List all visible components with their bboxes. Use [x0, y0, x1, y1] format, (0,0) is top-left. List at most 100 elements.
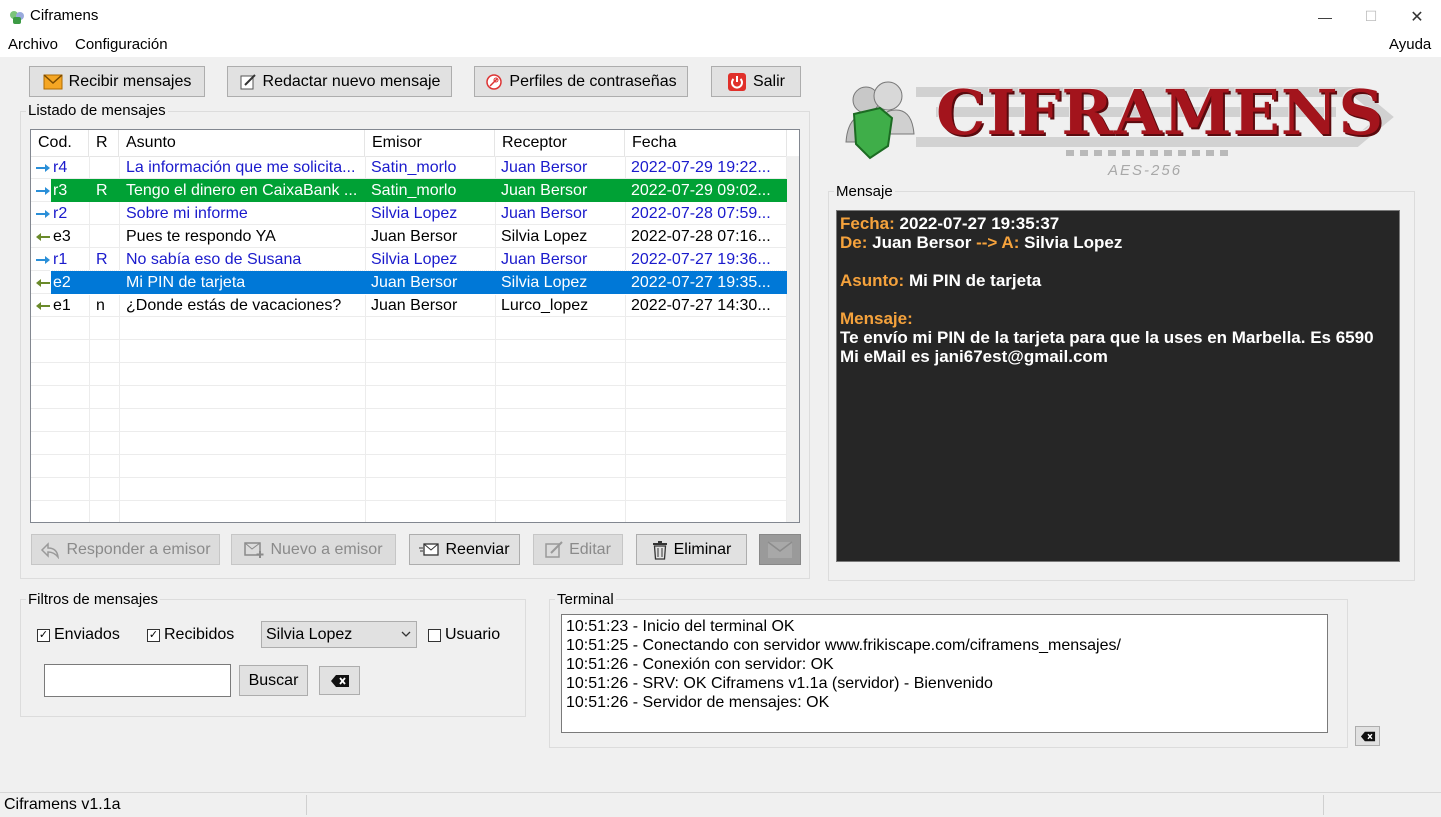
- cell-fecha: 2022-07-27 14:30...: [631, 297, 771, 314]
- col-header-asunto[interactable]: Asunto: [119, 130, 365, 156]
- asunto-value: Mi PIN de tarjeta: [908, 271, 1042, 290]
- status-divider: [306, 795, 307, 815]
- usuario-label: Usuario: [445, 626, 501, 643]
- cell-emisor: Juan Bersor: [371, 228, 458, 245]
- message-view[interactable]: Fecha: 2022-07-27 19:35:37 De: Juan Bers…: [836, 210, 1400, 562]
- check-icon: ✓: [147, 628, 160, 642]
- cell-r: [96, 225, 119, 248]
- clear-search-button[interactable]: [319, 666, 360, 695]
- menu-configuracion[interactable]: Configuración: [75, 36, 168, 53]
- listado-title: Listado de mensajes: [26, 102, 168, 119]
- arrow-text: -->: [976, 233, 998, 252]
- terminal-output[interactable]: 10:51:23 - Inicio del terminal OK 10:51:…: [561, 614, 1328, 733]
- editar-button[interactable]: Editar: [533, 534, 623, 565]
- terminal-line: 10:51:26 - Servidor de mensajes: OK: [566, 694, 830, 711]
- search-input[interactable]: [44, 664, 231, 697]
- cell-cod: r3: [53, 182, 68, 199]
- usuario-checkbox[interactable]: Usuario: [428, 626, 500, 644]
- cell-receptor: Lurco_lopez: [501, 297, 589, 314]
- logo-text: CIFRAMENS: [936, 76, 1385, 149]
- responder-button[interactable]: Responder a emisor: [31, 534, 220, 565]
- enviados-checkbox[interactable]: ✓ Enviados: [37, 626, 120, 644]
- table-row[interactable]: r3 R Tengo el dinero en CaixaBank ... Satin…: [31, 179, 787, 202]
- buscar-button[interactable]: Buscar: [239, 665, 308, 696]
- cell-receptor: Juan Bersor: [501, 205, 588, 222]
- incoming-arrow-icon: [36, 256, 50, 264]
- recibir-label: Recibir mensajes: [68, 72, 192, 90]
- grid-line: [31, 477, 787, 478]
- cell-receptor: Silvia Lopez: [501, 274, 588, 291]
- cell-r: R: [96, 251, 108, 268]
- perfiles-button[interactable]: Perfiles de contraseñas: [474, 66, 688, 97]
- col-header-fecha[interactable]: Fecha: [625, 130, 787, 156]
- menu-archivo[interactable]: Archivo: [8, 36, 58, 53]
- window-title: Ciframens: [30, 7, 99, 24]
- cell-asunto: La información que me solicita...: [126, 159, 356, 176]
- list-scrollbar[interactable]: [787, 156, 799, 522]
- cell-r: n: [96, 297, 105, 314]
- recibidos-label: Recibidos: [164, 626, 235, 643]
- incoming-arrow-icon: [36, 210, 50, 218]
- redactar-button[interactable]: Redactar nuevo mensaje: [227, 66, 452, 97]
- cell-r: [96, 156, 119, 179]
- cell-emisor: Satin_morlo: [371, 159, 457, 176]
- mensaje-label: Mensaje:: [840, 309, 913, 328]
- mail-toggle-button[interactable]: [759, 534, 801, 565]
- nuevo-emisor-button[interactable]: Nuevo a emisor: [231, 534, 396, 565]
- minimize-button[interactable]: —: [1302, 0, 1348, 33]
- col-header-r[interactable]: R: [89, 130, 119, 156]
- status-bar: Ciframens v1.1a: [0, 792, 1441, 817]
- status-divider: [1323, 795, 1324, 815]
- terminal-line: 10:51:23 - Inicio del terminal OK: [566, 618, 795, 635]
- clear-terminal-button[interactable]: [1355, 726, 1380, 746]
- incoming-arrow-icon: [36, 164, 50, 172]
- table-row[interactable]: r2 Sobre mi informe Silvia Lopez Juan Berso…: [31, 202, 787, 225]
- usuario-select[interactable]: Silvia Lopez: [261, 621, 417, 648]
- table-row[interactable]: e3 Pues te respondo YA Juan Bersor Silvia L…: [31, 225, 787, 248]
- message-body-line: Mi eMail es jani67est@gmail.com: [840, 347, 1108, 366]
- outgoing-arrow-icon: [36, 279, 50, 287]
- terminal-line: 10:51:26 - SRV: OK Ciframens v1.1a (serv…: [566, 675, 993, 692]
- grid-line: [31, 339, 787, 340]
- power-icon: [727, 72, 746, 91]
- editar-label: Editar: [569, 540, 611, 558]
- col-header-receptor[interactable]: Receptor: [495, 130, 625, 156]
- reenviar-button[interactable]: Reenviar: [409, 534, 520, 565]
- close-button[interactable]: ✕: [1394, 0, 1440, 33]
- outgoing-arrow-icon: [36, 302, 50, 310]
- outgoing-arrow-icon: [36, 233, 50, 241]
- key-profile-icon: [486, 73, 503, 90]
- cell-cod: e2: [53, 274, 71, 291]
- table-row[interactable]: e2 Mi PIN de tarjeta Juan Bersor Silvia Lop…: [31, 270, 788, 295]
- filtros-group: [20, 599, 526, 717]
- responder-label: Responder a emisor: [66, 540, 211, 558]
- table-row[interactable]: r1 R No sabía eso de Susana Silvia Lopez Jua…: [31, 248, 787, 271]
- cell-emisor: Silvia Lopez: [371, 251, 458, 268]
- table-row[interactable]: r4 La información que me solicita... Satin…: [31, 156, 787, 179]
- cell-emisor: Silvia Lopez: [371, 205, 458, 222]
- mensaje-title: Mensaje: [834, 183, 895, 200]
- cell-cod: r2: [53, 205, 68, 222]
- menu-ayuda[interactable]: Ayuda: [1389, 36, 1431, 53]
- cell-asunto: ¿Donde estás de vacaciones?: [126, 297, 342, 314]
- nuevo-emisor-label: Nuevo a emisor: [270, 540, 383, 558]
- fecha-value: 2022-07-27 19:35:37: [899, 214, 1060, 233]
- envelope-icon: [767, 540, 793, 558]
- recibir-mensajes-button[interactable]: Recibir mensajes: [29, 66, 205, 97]
- salir-label: Salir: [752, 72, 785, 90]
- salir-button[interactable]: Salir: [711, 66, 801, 97]
- check-icon: ✓: [37, 628, 50, 642]
- a-label: A:: [1001, 233, 1020, 252]
- maximize-button[interactable]: ☐: [1348, 0, 1394, 33]
- col-header-cod[interactable]: Cod.: [31, 130, 89, 156]
- table-row[interactable]: e1 n ¿Donde estás de vacaciones? Juan Berso…: [31, 294, 787, 317]
- forward-mail-icon: [419, 542, 440, 556]
- grid-line: [31, 454, 787, 455]
- col-header-emisor[interactable]: Emisor: [365, 130, 495, 156]
- message-list[interactable]: Cod. R Asunto Emisor Receptor Fecha r4 La…: [30, 129, 800, 523]
- recibidos-checkbox[interactable]: ✓ Recibidos: [147, 626, 234, 644]
- envelope-icon: [43, 73, 63, 89]
- redactar-label: Redactar nuevo mensaje: [262, 72, 441, 90]
- eliminar-button[interactable]: Eliminar: [636, 534, 747, 565]
- incoming-arrow-icon: [36, 187, 50, 195]
